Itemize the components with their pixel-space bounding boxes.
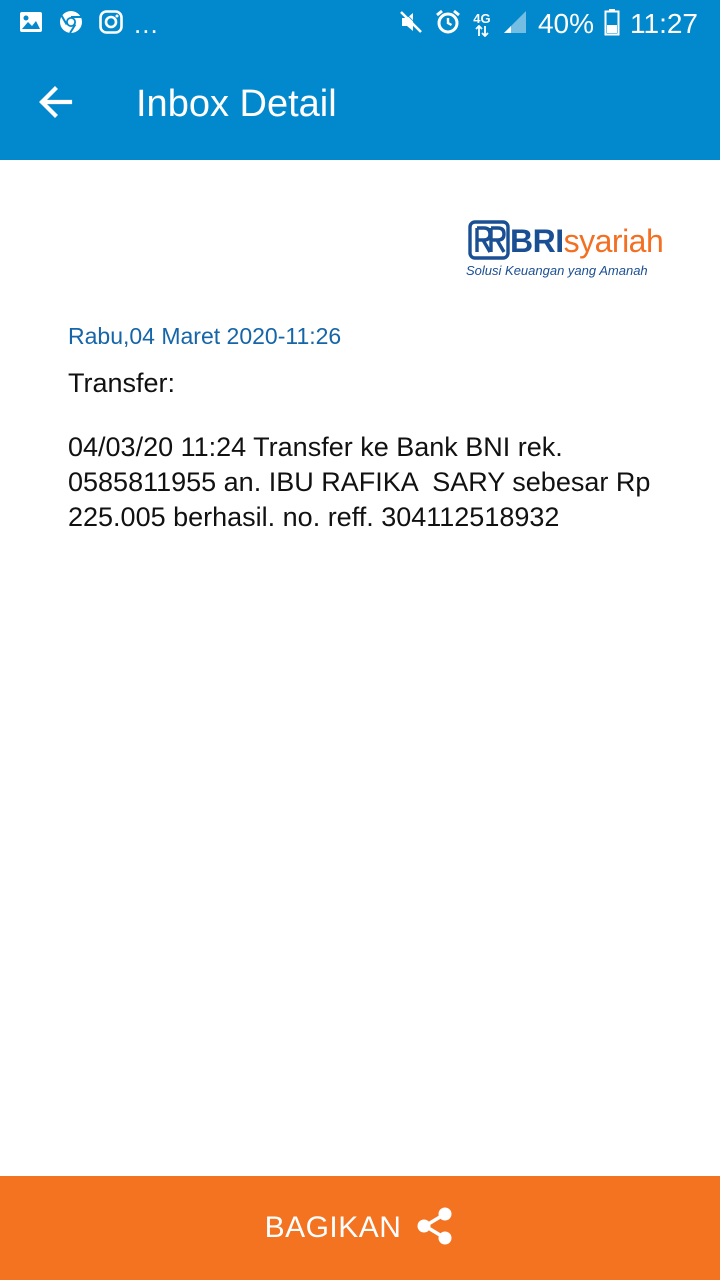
share-icon [415,1205,455,1252]
logo-tagline: Solusi Keuangan yang Amanah [466,263,648,278]
bri-logo-mark-icon [468,220,510,265]
status-time: 11:27 [630,8,698,39]
more-notifications-indicator: ... [134,9,159,39]
back-button[interactable] [30,78,82,130]
message-date: Rabu,04 Maret 2020-11:26 [68,323,342,349]
mute-icon [398,9,424,40]
network-4g-icon: 4G [472,12,492,37]
network-type-label: 4G [473,10,491,26]
status-bar: ... 4G 40% 11:27 [0,0,720,48]
logo-brand-bri: BRI [510,223,564,259]
chrome-icon [58,9,84,40]
page-title: Inbox Detail [136,83,337,125]
bank-logo: BRIsyariah Solusi Keuangan yang Amanah [466,218,670,282]
status-bar-notifications: ... [18,8,159,40]
alarm-icon [434,8,462,41]
battery-icon [604,8,620,41]
battery-percent: 40% [537,8,594,39]
logo-wordmark: BRIsyariah [510,222,664,260]
signal-icon [502,9,528,40]
app-bar: Inbox Detail [0,48,720,160]
instagram-icon [98,9,124,40]
share-button-label: BAGIKAN [264,1211,402,1244]
arrow-left-icon [36,82,76,127]
message-subject: Transfer: [68,368,176,398]
status-bar-system: 4G 40% 11:27 [398,8,698,40]
gallery-icon [18,9,44,40]
share-button[interactable]: BAGIKAN [0,1176,720,1280]
logo-brand-syariah: syariah [563,223,664,259]
message-body: 04/03/20 11:24 Transfer ke Bank BNI rek.… [68,432,658,532]
